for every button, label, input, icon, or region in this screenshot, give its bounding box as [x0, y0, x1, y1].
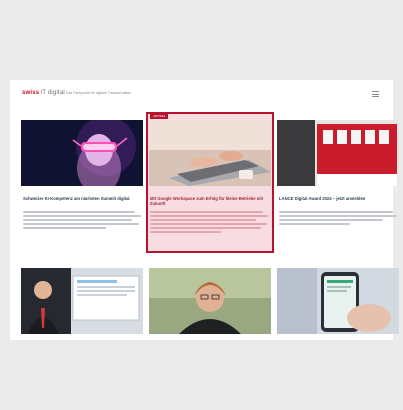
selected-tag: ARTIKEL [150, 114, 169, 119]
hamburger-menu-icon[interactable] [372, 91, 379, 97]
woman-portrait-image [149, 268, 271, 334]
article-excerpt [23, 211, 141, 241]
site-header: swissIT digital Das Fachportal für digit… [10, 80, 393, 110]
article-excerpt [150, 211, 268, 241]
article-title[interactable]: Mit Google Workspace zum Erfolg für klei… [150, 196, 268, 207]
man-presentation-image [21, 268, 143, 334]
article-card-selected[interactable]: ARTIKEL Mit Google Workspace zum Erfolg … [146, 112, 274, 253]
article-title[interactable]: LANCE Digital Award 2024 – jetzt anmelde… [279, 196, 397, 201]
site-logo[interactable]: swissIT digital [22, 90, 65, 96]
red-stage-image [277, 120, 399, 186]
laptop-typing-image [149, 120, 271, 186]
article-title[interactable]: Schweizer KI-Kompetenz am nächsten Summi… [23, 196, 141, 201]
site-tagline: Das Fachportal für digitale Transformati… [66, 91, 132, 95]
vr-headset-image [21, 120, 143, 186]
logo-sub: IT digital [40, 90, 65, 96]
website-preview: swissIT digital Das Fachportal für digit… [10, 80, 399, 340]
article-excerpt [279, 211, 397, 241]
logo-main: swiss [22, 90, 40, 96]
smartphone-hand-image [277, 268, 399, 334]
